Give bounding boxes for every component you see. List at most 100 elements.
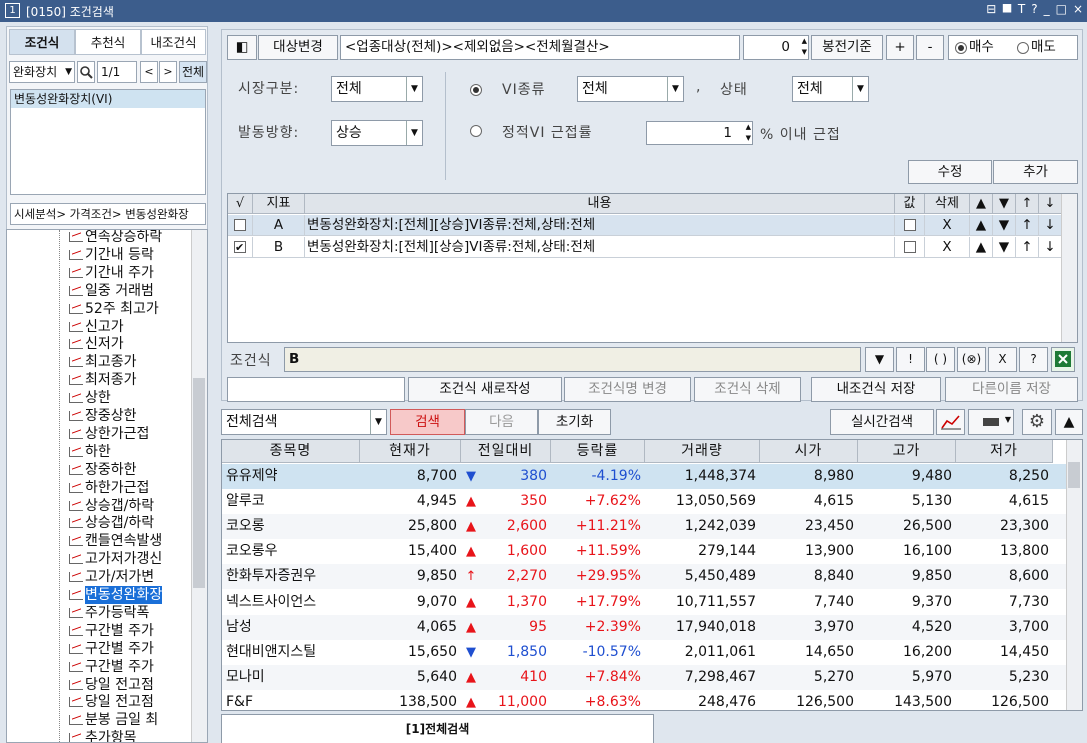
save-condition-button[interactable]: 내조건식 저장 xyxy=(811,377,941,402)
results-scroll-thumb[interactable] xyxy=(1068,462,1080,488)
table-row[interactable]: F&F 138,500 11,000 +8.63% 248,476 126,500 143,… xyxy=(222,689,1067,710)
table-row[interactable]: 코오롱 25,800 2,600 +11.21% 1,242,039 23,450 26,5… xyxy=(222,514,1067,540)
tab-all-search[interactable]: [1]전체검색 xyxy=(221,714,654,743)
tree-item[interactable]: 하한 xyxy=(69,443,111,461)
tree-item[interactable]: 당일 전고점 xyxy=(69,676,154,694)
save-as-button[interactable]: 다른이름 저장 xyxy=(945,377,1078,402)
rate-header[interactable]: 등락률 xyxy=(551,440,645,463)
low-header[interactable]: 저가 xyxy=(956,440,1053,463)
paren-button[interactable]: ( ) xyxy=(926,347,955,372)
help-icon[interactable]: ? xyxy=(1031,2,1037,17)
tree-item[interactable]: 구간별 주가 xyxy=(69,622,154,640)
tree-item[interactable]: 주가등락폭 xyxy=(69,604,149,622)
category-select[interactable]: 완화장치 ▼ xyxy=(9,61,75,83)
checkbox[interactable] xyxy=(234,219,246,231)
prev-page-button[interactable]: < xyxy=(140,61,158,83)
chart-icon[interactable] xyxy=(936,409,965,435)
layout-icon[interactable]: ◧ xyxy=(227,35,257,60)
xor-button[interactable]: (⊗) xyxy=(957,347,986,372)
move-top-icon[interactable]: ▲ xyxy=(970,215,993,236)
not-button[interactable]: ! xyxy=(896,347,925,372)
table-row[interactable]: 알루코 4,945 350 +7.62% 13,050,569 4,615 5,130 4,6… xyxy=(222,489,1067,515)
tree-item[interactable]: 연속상승하락 xyxy=(69,230,162,246)
restore-icon[interactable]: ⊟ xyxy=(986,2,996,17)
add-button[interactable]: 추가 xyxy=(993,160,1078,184)
collapse-up-icon[interactable]: ▲ xyxy=(1055,409,1083,435)
market-select[interactable]: 전체 ▼ xyxy=(331,76,423,102)
tree-item[interactable]: 신고가 xyxy=(69,318,124,336)
tree-item[interactable]: 캔들연속발생 xyxy=(69,532,162,550)
sell-radio[interactable] xyxy=(1017,42,1029,54)
search-icon[interactable] xyxy=(77,61,95,83)
tree-item[interactable]: 변동성완화장 xyxy=(69,586,163,604)
help-button[interactable]: ? xyxy=(1019,347,1048,372)
tree-item[interactable]: 당일 전고점 xyxy=(69,693,154,711)
tree-item[interactable]: 고가/저가변 xyxy=(69,568,154,586)
value-checkbox[interactable] xyxy=(895,237,925,258)
move-top-icon[interactable]: ▲ xyxy=(970,237,993,258)
tree-item[interactable]: 일중 거래범 xyxy=(69,282,154,300)
tree-item[interactable]: 하한가근접 xyxy=(69,479,149,497)
move-down-icon[interactable]: ↓ xyxy=(1039,237,1062,258)
row-checkbox[interactable] xyxy=(228,215,253,236)
tree-item[interactable]: 장중상한 xyxy=(69,407,137,425)
status-select[interactable]: 전체 ▼ xyxy=(792,76,869,102)
tree-item[interactable]: 구간별 주가 xyxy=(69,658,154,676)
table-row[interactable]: 모나미 5,640 410 +7.84% 7,298,467 5,270 5,970 5,23… xyxy=(222,664,1067,690)
change-header[interactable]: 전일대비 xyxy=(461,440,551,463)
candle-count-input[interactable]: 0 ▲ ▼ xyxy=(743,35,809,60)
delete-row-icon[interactable]: X xyxy=(925,237,970,258)
tree-item[interactable]: 상승갭/하락 xyxy=(69,497,154,515)
excel-icon[interactable] xyxy=(1051,347,1075,372)
open-header[interactable]: 시가 xyxy=(760,440,858,463)
name-header[interactable]: 종목명 xyxy=(222,440,360,463)
delete-condition-button[interactable]: 조건식 삭제 xyxy=(694,377,801,402)
tree-item[interactable]: 추가항목 xyxy=(69,729,137,742)
direction-select[interactable]: 상승 ▼ xyxy=(331,120,423,146)
tree-scrollbar[interactable] xyxy=(191,230,207,742)
pin-icon[interactable]: ⯀ xyxy=(1002,2,1012,17)
tree-item[interactable]: 구간별 주가 xyxy=(69,640,154,658)
static-vi-radio[interactable] xyxy=(470,125,482,137)
clear-button[interactable]: X xyxy=(988,347,1017,372)
high-header[interactable]: 고가 xyxy=(858,440,956,463)
checkbox[interactable] xyxy=(234,237,246,257)
view-option-dropdown[interactable]: ▼ xyxy=(968,409,1014,435)
all-button[interactable]: 전체 xyxy=(179,61,207,83)
tree-item[interactable]: 기간내 주가 xyxy=(69,264,154,282)
table-row[interactable]: 넥스트사이언스 9,070 1,370 +17.79% 10,711,557 7,740 9… xyxy=(222,589,1067,615)
table-row[interactable]: 유유제약 8,700 380 -4.19% 1,448,374 8,980 9,480 8,2… xyxy=(222,464,1067,489)
static-vi-input[interactable]: 1 ▲ ▼ xyxy=(646,121,753,145)
tree-item[interactable]: 장중하한 xyxy=(69,461,137,479)
tab-my-conditions[interactable]: 내조건식 xyxy=(141,29,206,55)
buy-radio[interactable] xyxy=(955,42,967,54)
edit-button[interactable]: 수정 xyxy=(908,160,992,184)
tree-scroll-thumb[interactable] xyxy=(193,378,205,588)
tree-item[interactable]: 최고종가 xyxy=(69,353,137,371)
formula-dropdown-button[interactable]: ▼ xyxy=(865,347,894,372)
value-checkbox[interactable] xyxy=(895,215,925,236)
tree-item[interactable]: 52주 최고가 xyxy=(69,300,159,318)
formula-field[interactable]: B xyxy=(284,347,861,372)
tab-conditions[interactable]: 조건식 xyxy=(9,29,75,55)
tree-item[interactable]: 상승갭/하락 xyxy=(69,514,154,532)
tree-item[interactable]: 분봉 금일 최 xyxy=(69,711,158,729)
delete-row-icon[interactable]: X xyxy=(925,215,970,236)
spinner-icon[interactable]: ▲ ▼ xyxy=(802,36,807,58)
vi-type-select[interactable]: 전체 ▼ xyxy=(577,76,684,102)
search-scope-select[interactable]: 전체검색 ▼ xyxy=(221,409,387,435)
tree-item[interactable]: 신저가 xyxy=(69,335,124,353)
realtime-search-button[interactable]: 실시간검색 xyxy=(830,409,934,435)
condition-grid-scrollbar[interactable] xyxy=(1061,194,1077,342)
table-row[interactable]: 한화투자증권우 9,850 2,270 +29.95% 5,450,489 8,840 9,… xyxy=(222,564,1067,590)
table-row[interactable]: 코오롱우 15,400 1,600 +11.59% 279,144 13,900 16,10… xyxy=(222,539,1067,565)
move-bottom-icon[interactable]: ▼ xyxy=(993,215,1016,236)
checkbox[interactable] xyxy=(903,219,916,231)
target-change-button[interactable]: 대상변경 xyxy=(258,35,338,60)
vi-type-radio[interactable] xyxy=(470,84,482,96)
condition-name-input[interactable] xyxy=(227,377,405,402)
checkbox[interactable] xyxy=(903,241,916,253)
maximize-icon[interactable]: □ xyxy=(1056,2,1067,17)
tree-item[interactable]: 고가저가갱신 xyxy=(69,550,162,568)
minus-button[interactable]: - xyxy=(916,35,944,60)
